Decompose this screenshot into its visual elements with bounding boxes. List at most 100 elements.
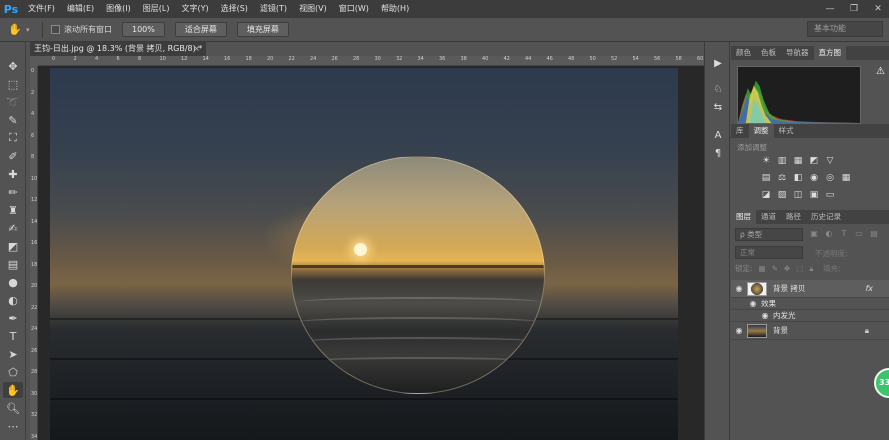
history-brush-tool-icon[interactable]: ✍ bbox=[3, 220, 23, 236]
adjustment-filter-icon[interactable]: ◐ bbox=[824, 228, 834, 239]
tab-layers[interactable]: 图层 bbox=[731, 210, 756, 224]
photo-filter-icon[interactable]: ◉ bbox=[809, 173, 819, 183]
zoom-100-button[interactable]: 100% bbox=[122, 22, 165, 37]
menu-view[interactable]: 视图(V) bbox=[293, 0, 333, 18]
menu-edit[interactable]: 编辑(E) bbox=[61, 0, 100, 18]
threshold-icon[interactable]: ◫ bbox=[793, 190, 803, 200]
lasso-tool-icon[interactable]: ➰ bbox=[3, 94, 23, 110]
brightness-icon[interactable]: ☀ bbox=[761, 156, 771, 166]
lock-position-icon[interactable]: ✥ bbox=[784, 264, 790, 273]
more-tools-icon[interactable]: ⋯ bbox=[3, 418, 23, 434]
workspace-select[interactable]: 基本功能 bbox=[807, 21, 883, 37]
invert-icon[interactable]: ◪ bbox=[761, 190, 771, 200]
menu-help[interactable]: 帮助(H) bbox=[375, 0, 415, 18]
eraser-tool-icon[interactable]: ◩ bbox=[3, 238, 23, 254]
blend-mode-select[interactable]: 正常 bbox=[735, 246, 803, 259]
tab-history[interactable]: 历史记录 bbox=[806, 210, 846, 224]
exposure-icon[interactable]: ◩ bbox=[809, 156, 819, 166]
brush-preset-icon[interactable]: ♘ bbox=[710, 82, 726, 96]
menu-filter[interactable]: 滤镜(T) bbox=[254, 0, 293, 18]
play-action-icon[interactable]: ▶ bbox=[710, 56, 726, 70]
color-lookup-icon[interactable]: ▦ bbox=[841, 173, 851, 183]
minimize-icon[interactable]: — bbox=[823, 4, 837, 14]
visibility-eye-icon[interactable]: ◉ bbox=[731, 326, 747, 335]
layer-effects-row[interactable]: ◉ 效果 bbox=[731, 298, 889, 310]
tab-navigator[interactable]: 导航器 bbox=[781, 46, 814, 60]
tab-color[interactable]: 颜色 bbox=[731, 46, 756, 60]
visibility-eye-icon[interactable]: ◉ bbox=[745, 299, 761, 308]
fit-screen-button[interactable]: 适合屏幕 bbox=[174, 22, 227, 37]
levels-icon[interactable]: ▥ bbox=[777, 156, 787, 166]
gradient-map-icon[interactable]: ▭ bbox=[825, 190, 835, 200]
menu-select[interactable]: 选择(S) bbox=[215, 0, 254, 18]
dodge-tool-icon[interactable]: ◐ bbox=[3, 292, 23, 308]
smart-object-filter-icon[interactable]: ▤ bbox=[869, 228, 879, 239]
menu-window[interactable]: 窗口(W) bbox=[333, 0, 375, 18]
type-filter-icon[interactable]: T bbox=[839, 228, 849, 239]
tab-libraries[interactable]: 库 bbox=[731, 124, 749, 138]
fx-icon[interactable]: fx bbox=[865, 284, 873, 293]
shape-tool-icon[interactable]: ⬠ bbox=[3, 364, 23, 380]
close-icon[interactable]: × bbox=[193, 42, 200, 56]
tab-adjustments[interactable]: 调整 bbox=[748, 124, 774, 138]
visibility-eye-icon[interactable]: ◉ bbox=[731, 284, 747, 293]
pen-tool-icon[interactable]: ✒ bbox=[3, 310, 23, 326]
crop-tool-icon[interactable]: ⛶ bbox=[3, 130, 23, 146]
pixel-filter-icon[interactable]: ▣ bbox=[809, 228, 819, 239]
character-icon[interactable]: A bbox=[710, 128, 726, 142]
menu-file[interactable]: 文件(F) bbox=[22, 0, 61, 18]
gradient-tool-icon[interactable]: ▤ bbox=[3, 256, 23, 272]
healing-brush-tool-icon[interactable]: ✚ bbox=[3, 166, 23, 182]
black-white-icon[interactable]: ◧ bbox=[793, 173, 803, 183]
paragraph-icon[interactable]: ¶ bbox=[710, 146, 726, 160]
layer-row-background-copy[interactable]: ◉ 背景 拷贝 fx bbox=[731, 280, 889, 298]
menu-type[interactable]: 文字(Y) bbox=[175, 0, 214, 18]
move-tool-icon[interactable]: ✥ bbox=[3, 58, 23, 74]
lock-artboard-icon[interactable]: ⬚ bbox=[796, 264, 803, 273]
blur-tool-icon[interactable]: ● bbox=[3, 274, 23, 290]
type-tool-icon[interactable]: T bbox=[3, 328, 23, 344]
hand-tool-icon[interactable]: ✋ bbox=[3, 382, 23, 398]
warning-icon[interactable]: ⚠ bbox=[876, 66, 885, 77]
hand-icon[interactable]: ✋ bbox=[6, 21, 24, 39]
document-tab[interactable]: 王钧-日出.jpg @ 18.3% (背景 拷贝, RGB/8) * × bbox=[30, 42, 206, 56]
restore-icon[interactable]: ❐ bbox=[847, 4, 861, 14]
lock-image-icon[interactable]: ✎ bbox=[772, 264, 778, 273]
eyedropper-tool-icon[interactable]: ✐ bbox=[3, 148, 23, 164]
horizontal-ruler[interactable]: 0 2 4 6 8 10 12 14 16 18 20 22 24 26 28 30 32 34 36 38 40 42 4… bbox=[38, 56, 704, 66]
tab-styles[interactable]: 样式 bbox=[774, 124, 799, 138]
lock-row: 锁定: ▦ ✎ ✥ ⬚ 🔒︎ bbox=[735, 263, 813, 274]
tab-histogram[interactable]: 直方图 bbox=[813, 46, 846, 60]
layer-row-background[interactable]: ◉ 背景 🔒︎ bbox=[731, 322, 889, 340]
brush-tool-icon[interactable]: ✏ bbox=[3, 184, 23, 200]
visibility-eye-icon[interactable]: ◉ bbox=[757, 311, 773, 320]
properties-icon[interactable]: ⇆ bbox=[710, 100, 726, 114]
chevron-down-icon[interactable]: ▾ bbox=[26, 26, 34, 34]
tab-channels[interactable]: 通道 bbox=[756, 210, 781, 224]
tab-swatches[interactable]: 色板 bbox=[756, 46, 781, 60]
curves-icon[interactable]: ▦ bbox=[793, 156, 803, 166]
layer-effect-inner-glow-row[interactable]: ◉ 内发光 bbox=[731, 310, 889, 322]
lock-all-icon[interactable]: 🔒︎ bbox=[809, 264, 813, 274]
posterize-icon[interactable]: ▨ bbox=[777, 190, 787, 200]
layer-filter-select[interactable]: ρ 类型 bbox=[735, 228, 803, 241]
lock-transparent-icon[interactable]: ▦ bbox=[759, 264, 766, 273]
fill-screen-button[interactable]: 填充屏幕 bbox=[236, 22, 289, 37]
shape-filter-icon[interactable]: ▭ bbox=[854, 228, 864, 239]
tab-paths[interactable]: 路径 bbox=[781, 210, 806, 224]
clone-stamp-tool-icon[interactable]: ♜ bbox=[3, 202, 23, 218]
menu-image[interactable]: 图像(I) bbox=[100, 0, 137, 18]
marquee-tool-icon[interactable]: ⬚ bbox=[3, 76, 23, 92]
color-balance-icon[interactable]: ⚖ bbox=[777, 173, 787, 183]
channel-mixer-icon[interactable]: ◎ bbox=[825, 173, 835, 183]
hue-saturation-icon[interactable]: ▤ bbox=[761, 173, 771, 183]
quick-select-tool-icon[interactable]: ✎ bbox=[3, 112, 23, 128]
menu-layer[interactable]: 图层(L) bbox=[137, 0, 176, 18]
path-selection-tool-icon[interactable]: ➤ bbox=[3, 346, 23, 362]
vibrance-icon[interactable]: ▽ bbox=[825, 156, 835, 166]
selective-color-icon[interactable]: ▣ bbox=[809, 190, 819, 200]
vertical-ruler[interactable]: 0 2 4 6 8 10 12 14 16 18 20 22 24 26 28 30 32 34 bbox=[30, 66, 38, 440]
close-icon[interactable]: ✕ bbox=[871, 4, 885, 14]
zoom-tool-icon[interactable]: 🔍︎ bbox=[3, 400, 23, 416]
scroll-all-windows-checkbox[interactable] bbox=[51, 25, 60, 34]
